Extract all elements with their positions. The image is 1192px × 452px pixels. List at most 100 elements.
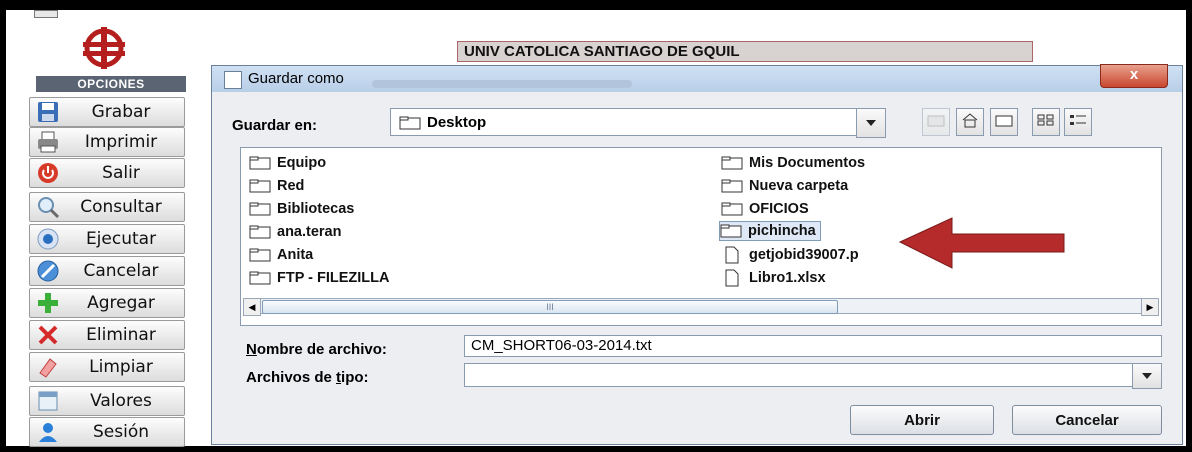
cancelar-label: Cancelar <box>83 261 159 281</box>
list-item[interactable]: OFICIOS <box>721 200 809 218</box>
imprimir-label: Imprimir <box>84 132 158 152</box>
consultar-label: Consultar <box>80 197 162 217</box>
item-label: Bibliotecas <box>277 201 355 217</box>
details-view-button[interactable] <box>1064 108 1092 136</box>
valores-button[interactable]: Valores <box>29 386 185 416</box>
look-in-combo[interactable]: Desktop <box>390 108 886 138</box>
folder-icon <box>249 271 271 285</box>
scroll-thumb[interactable]: III <box>262 300 838 314</box>
salir-label: Salir <box>102 163 140 183</box>
printer-icon <box>34 129 62 155</box>
look-in-value: Desktop <box>427 114 487 131</box>
execute-icon <box>34 226 62 252</box>
list-item[interactable]: Libro1.xlsx <box>721 269 826 287</box>
open-button[interactable]: Abrir <box>850 405 994 435</box>
file-icon <box>721 246 743 264</box>
list-item[interactable]: Anita <box>249 246 313 264</box>
save-dialog: Guardar como x Guardar en: Desktop Equip… <box>211 64 1183 445</box>
folder-icon <box>721 179 743 193</box>
titlebar-blur <box>372 80 632 88</box>
item-label: FTP - FILEZILLA <box>277 270 390 286</box>
cancel-button[interactable]: Cancelar <box>1012 405 1162 435</box>
ejecutar-label: Ejecutar <box>85 229 157 249</box>
sesion-label: Sesión <box>92 422 149 442</box>
up-folder-icon <box>927 113 945 132</box>
plus-icon <box>34 290 62 316</box>
chevron-down-icon[interactable] <box>1132 363 1162 389</box>
folder-icon <box>249 202 271 216</box>
filetype-label-b: ipo: <box>341 369 369 386</box>
consultar-button[interactable]: Consultar <box>29 192 185 222</box>
valores-label: Valores <box>90 391 152 411</box>
list-item[interactable]: FTP - FILEZILLA <box>249 269 390 287</box>
details-view-icon <box>1069 113 1087 132</box>
close-button[interactable]: x <box>1100 64 1168 88</box>
list-item-selected[interactable]: pichincha <box>719 221 821 241</box>
home-icon <box>961 112 979 133</box>
red-arrow-icon <box>898 217 1065 269</box>
item-label: pichincha <box>748 223 816 239</box>
list-item[interactable]: Red <box>249 177 304 195</box>
imprimir-button[interactable]: Imprimir <box>29 127 185 157</box>
item-label: Anita <box>277 247 314 263</box>
magnifier-icon <box>34 194 62 220</box>
folder-icon <box>720 224 742 238</box>
ejecutar-button[interactable]: Ejecutar <box>29 224 185 254</box>
item-label: Libro1.xlsx <box>749 270 826 286</box>
folder-icon <box>721 202 743 216</box>
agregar-label: Agregar <box>87 293 155 313</box>
list-item[interactable]: Equipo <box>249 154 326 172</box>
x-icon <box>34 322 62 348</box>
chevron-down-icon[interactable] <box>856 108 886 138</box>
limpiar-button[interactable]: Limpiar <box>29 352 185 382</box>
dialog-titlebar[interactable]: Guardar como x <box>212 64 1182 92</box>
eliminar-label: Eliminar <box>86 325 156 345</box>
power-icon <box>34 160 62 186</box>
item-label: ana.teran <box>277 224 342 240</box>
filename-label: Nombre de archivo: <box>246 341 387 358</box>
item-label: Mis Documentos <box>749 155 866 171</box>
list-view-button[interactable] <box>1032 108 1060 136</box>
new-folder-icon <box>995 113 1013 132</box>
item-label: Equipo <box>277 155 327 171</box>
look-in-label: Guardar en: <box>232 117 318 134</box>
filename-mnemonic: N <box>246 341 257 358</box>
dialog-title: Guardar como <box>248 70 344 87</box>
scroll-right-icon[interactable]: ▶ <box>1141 298 1159 316</box>
cancel-icon <box>34 258 62 284</box>
new-folder-button[interactable] <box>990 108 1018 136</box>
item-label: getjobid39007.p <box>749 247 859 263</box>
folder-icon <box>249 225 271 239</box>
item-label: OFICIOS <box>749 201 809 217</box>
item-label: Red <box>277 178 305 194</box>
limpiar-label: Limpiar <box>89 357 153 377</box>
scroll-left-icon[interactable]: ◀ <box>243 298 261 316</box>
list-item[interactable]: Mis Documentos <box>721 154 865 172</box>
horizontal-scrollbar[interactable]: ◀ III ▶ <box>243 298 1159 316</box>
grabar-label: Grabar <box>91 102 151 122</box>
list-item[interactable]: ana.teran <box>249 223 341 241</box>
folder-icon <box>249 156 271 170</box>
agregar-button[interactable]: Agregar <box>29 288 185 318</box>
file-icon <box>721 269 743 287</box>
java-icon <box>224 71 242 89</box>
university-name: UNIV CATOLICA SANTIAGO DE GQUIL <box>457 41 1033 62</box>
salir-button[interactable]: Salir <box>29 158 185 188</box>
filetype-combo[interactable] <box>464 363 1162 389</box>
sesion-button[interactable]: Sesión <box>29 417 185 447</box>
filename-label-rest: ombre de archivo: <box>256 341 387 358</box>
list-item[interactable]: getjobid39007.p <box>721 246 859 264</box>
folder-icon <box>721 156 743 170</box>
filename-field[interactable]: CM_SHORT06-03-2014.txt <box>464 335 1162 357</box>
folder-icon <box>249 248 271 262</box>
list-item[interactable]: Nueva carpeta <box>721 177 848 195</box>
up-folder-button[interactable] <box>922 108 950 136</box>
grabar-button[interactable]: Grabar <box>29 97 185 127</box>
list-view-icon <box>1037 113 1055 132</box>
cancelar-sidebar-button[interactable]: Cancelar <box>29 256 185 286</box>
home-button[interactable] <box>956 108 984 136</box>
eliminar-button[interactable]: Eliminar <box>29 320 185 350</box>
university-emblem-icon <box>83 27 125 69</box>
item-label: Nueva carpeta <box>749 178 849 194</box>
list-item[interactable]: Bibliotecas <box>249 200 354 218</box>
